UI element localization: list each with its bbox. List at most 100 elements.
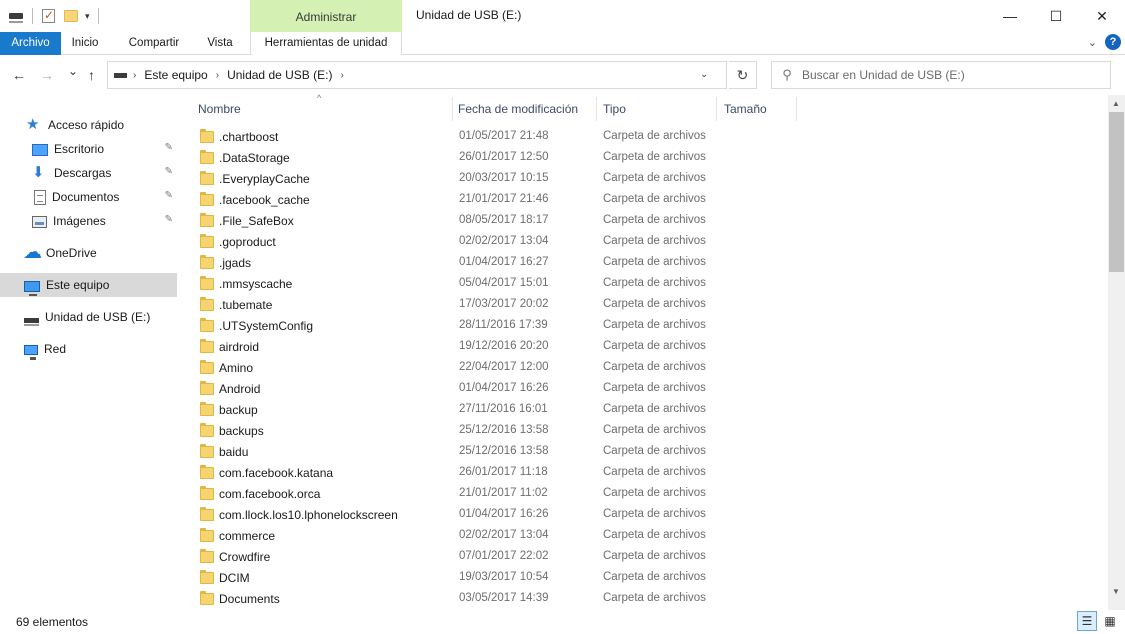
- pin-icon[interactable]: ✎: [165, 214, 173, 225]
- breadcrumb-separator[interactable]: ›: [133, 70, 136, 81]
- customize-toolbar-icon[interactable]: ▾: [85, 11, 90, 22]
- file-row[interactable]: .EveryplayCache 20/03/2017 10:15 Carpeta d…: [182, 169, 1108, 190]
- file-row[interactable]: baidu 25/12/2016 13:58 Carpeta de archivos: [182, 442, 1108, 463]
- file-row[interactable]: com.facebook.katana 26/01/2017 11:18 Carpe…: [182, 463, 1108, 484]
- scroll-down-icon[interactable]: ▼: [1112, 587, 1120, 596]
- file-row[interactable]: .jgads 01/04/2017 16:27 Carpeta de archivo…: [182, 253, 1108, 274]
- file-row[interactable]: Amino 22/04/2017 12:00 Carpeta de archivos: [182, 358, 1108, 379]
- file-date: 26/01/2017 12:50: [459, 151, 549, 163]
- file-name: .EveryplayCache: [219, 172, 310, 186]
- nav-item-label: Imágenes: [53, 214, 106, 228]
- file-row[interactable]: .facebook_cache 21/01/2017 21:46 Carpeta d…: [182, 190, 1108, 211]
- large-icons-view-icon[interactable]: ▦: [1100, 611, 1120, 631]
- folder-icon: [200, 255, 214, 269]
- tab-herramientas-de-unidad[interactable]: Herramientas de unidad: [250, 32, 402, 55]
- file-name: backup: [219, 403, 258, 417]
- back-button[interactable]: ←: [12, 67, 26, 83]
- nav-item-red[interactable]: Red: [0, 337, 177, 361]
- search-box[interactable]: ⚲: [771, 61, 1111, 89]
- file-row[interactable]: Crowdfire 07/01/2017 22:02 Carpeta de arch…: [182, 547, 1108, 568]
- file-row[interactable]: .tubemate 17/03/2017 20:02 Carpeta de arch…: [182, 295, 1108, 316]
- file-row[interactable]: com.facebook.orca 21/01/2017 11:02 Carpeta…: [182, 484, 1108, 505]
- file-row[interactable]: commerce 02/02/2017 13:04 Carpeta de archi…: [182, 526, 1108, 547]
- nav-item-descargas[interactable]: Descargas ✎: [0, 161, 177, 185]
- expand-ribbon-icon[interactable]: ⌄: [1088, 36, 1097, 49]
- column-header-size[interactable]: Tamaño: [708, 95, 798, 123]
- tab-inicio[interactable]: Inicio: [61, 32, 109, 55]
- scrollbar-thumb[interactable]: [1109, 112, 1124, 272]
- nav-item-este-equipo[interactable]: Este equipo: [0, 273, 177, 297]
- tab-compartir[interactable]: Compartir: [118, 32, 190, 55]
- help-icon[interactable]: ?: [1105, 34, 1121, 50]
- pin-icon[interactable]: ✎: [165, 190, 173, 201]
- up-button[interactable]: ↑: [88, 67, 95, 83]
- file-type: Carpeta de archivos: [603, 214, 706, 226]
- file-row[interactable]: .UTSystemConfig 28/11/2016 17:39 Carpeta d…: [182, 316, 1108, 337]
- file-row[interactable]: Android 01/04/2017 16:26 Carpeta de archiv…: [182, 379, 1108, 400]
- file-row[interactable]: com.llock.los10.lphonelockscreen 01/04/20…: [182, 505, 1108, 526]
- file-type: Carpeta de archivos: [603, 508, 706, 520]
- file-date: 01/04/2017 16:26: [459, 382, 549, 394]
- file-name: com.facebook.orca: [219, 487, 321, 501]
- file-row[interactable]: .File_SafeBox 08/05/2017 18:17 Carpeta de …: [182, 211, 1108, 232]
- file-row[interactable]: backup 27/11/2016 16:01 Carpeta de archivo…: [182, 400, 1108, 421]
- address-bar[interactable]: › Este equipo › Unidad de USB (E:) ›: [107, 61, 727, 89]
- recent-locations-icon[interactable]: ⌄: [68, 64, 78, 78]
- minimize-button[interactable]: —: [987, 0, 1033, 32]
- search-input[interactable]: [802, 68, 1092, 82]
- close-button[interactable]: ✕: [1079, 0, 1125, 32]
- file-row[interactable]: .chartboost 01/05/2017 21:48 Carpeta de ar…: [182, 127, 1108, 148]
- nav-item-imagenes[interactable]: Imágenes ✎: [0, 209, 177, 233]
- file-date: 28/11/2016 17:39: [459, 319, 548, 331]
- refresh-button[interactable]: ↻: [729, 61, 757, 89]
- file-name: Documents: [219, 592, 280, 606]
- maximize-button[interactable]: ☐: [1033, 0, 1079, 32]
- file-row[interactable]: .mmsyscache 05/04/2017 15:01 Carpeta de ar…: [182, 274, 1108, 295]
- pin-icon[interactable]: ✎: [165, 166, 173, 177]
- nav-item-onedrive[interactable]: OneDrive: [0, 241, 177, 265]
- file-date: 27/11/2016 16:01: [459, 403, 548, 415]
- drive-icon[interactable]: [8, 8, 24, 24]
- file-type: Carpeta de archivos: [603, 130, 706, 142]
- new-folder-icon[interactable]: [63, 8, 79, 24]
- file-row[interactable]: .DataStorage 26/01/2017 12:50 Carpeta de a…: [182, 148, 1108, 169]
- breadcrumb-separator[interactable]: ›: [340, 70, 343, 81]
- window-controls: — ☐ ✕: [987, 0, 1125, 32]
- column-header-date[interactable]: Fecha de modificación: [442, 95, 592, 123]
- file-type: Carpeta de archivos: [603, 172, 706, 184]
- file-type: Carpeta de archivos: [603, 382, 706, 394]
- nav-item-usb-drive[interactable]: Unidad de USB (E:): [0, 305, 177, 329]
- file-name: .jgads: [219, 256, 252, 270]
- address-dropdown-icon[interactable]: ⌄: [700, 69, 708, 80]
- column-divider[interactable]: [796, 97, 797, 121]
- pin-icon[interactable]: ✎: [165, 142, 173, 153]
- nav-item-escritorio[interactable]: Escritorio ✎: [0, 137, 177, 161]
- file-type: Carpeta de archivos: [603, 151, 706, 163]
- file-date: 03/05/2017 14:39: [459, 592, 549, 604]
- scroll-up-icon[interactable]: ▲: [1112, 99, 1120, 108]
- folder-icon: [200, 360, 214, 374]
- column-header-type[interactable]: Tipo: [587, 95, 707, 123]
- folder-icon: [200, 465, 214, 479]
- nav-item-label: Acceso rápido: [48, 118, 125, 132]
- file-row[interactable]: .goproduct 02/02/2017 13:04 Carpeta de arc…: [182, 232, 1108, 253]
- file-row[interactable]: DCIM 19/03/2017 10:54 Carpeta de archivos: [182, 568, 1108, 589]
- nav-item-documentos[interactable]: Documentos ✎: [0, 185, 177, 209]
- forward-button[interactable]: →: [40, 67, 54, 83]
- context-group-label: Administrar: [250, 0, 402, 32]
- details-view-icon[interactable]: ☰: [1077, 611, 1097, 631]
- breadcrumb-este-equipo[interactable]: Este equipo: [144, 68, 207, 82]
- nav-item-label: Este equipo: [46, 278, 110, 292]
- file-row[interactable]: backups 25/12/2016 13:58 Carpeta de archiv…: [182, 421, 1108, 442]
- column-header-name[interactable]: Nombre: [182, 95, 452, 123]
- properties-icon[interactable]: [41, 8, 57, 24]
- breadcrumb-usb-drive[interactable]: Unidad de USB (E:): [227, 68, 332, 82]
- file-row[interactable]: Documents 03/05/2017 14:39 Carpeta de arch…: [182, 589, 1108, 610]
- nav-item-acceso-rapido[interactable]: Acceso rápido: [0, 113, 177, 137]
- file-row[interactable]: airdroid 19/12/2016 20:20 Carpeta de archi…: [182, 337, 1108, 358]
- breadcrumb-separator[interactable]: ›: [216, 70, 219, 81]
- tab-archivo[interactable]: Archivo: [0, 32, 61, 55]
- file-type: Carpeta de archivos: [603, 466, 706, 478]
- tab-vista[interactable]: Vista: [198, 32, 242, 55]
- vertical-scrollbar[interactable]: ▲ ▼: [1108, 95, 1125, 610]
